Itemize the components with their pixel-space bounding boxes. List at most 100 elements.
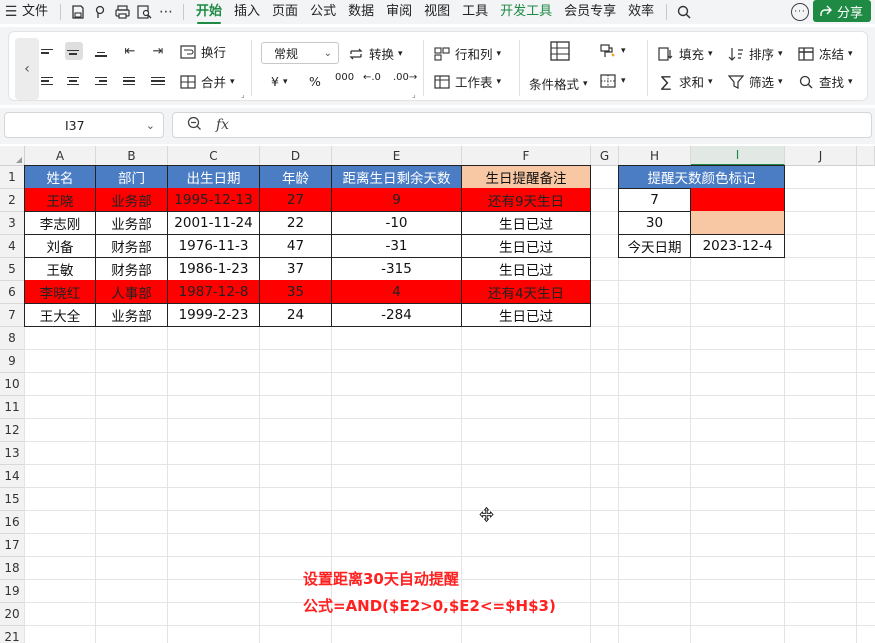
increase-decimal-button[interactable]: ←.0 [363,72,381,83]
row-header-5[interactable]: 5 [0,258,25,281]
tab-insert[interactable]: 插入 [228,0,266,24]
row-header-1[interactable]: 1 [0,166,25,189]
borders-button[interactable]: ▾ [599,72,626,90]
table-cell[interactable]: 22 [259,211,332,235]
table-cell[interactable]: 王敏 [24,257,96,281]
table-cell[interactable]: 1976-11-3 [167,234,260,258]
export-pdf-icon[interactable] [89,0,111,24]
table-cell[interactable]: 1999-2-23 [167,303,260,327]
name-box[interactable]: I37 ⌄ [4,112,164,138]
ribbon-scroll-left-button[interactable]: ‹ [15,38,39,100]
message-icon[interactable]: ··· [791,3,809,21]
column-header-g[interactable]: G [591,146,619,166]
table-cell[interactable]: 生日已过 [461,211,591,235]
zoom-icon[interactable] [187,116,202,135]
row-header-3[interactable]: 3 [0,212,25,235]
side-table-label[interactable]: 30 [618,211,691,235]
table-cell[interactable]: 1986-1-23 [167,257,260,281]
search-icon[interactable] [673,0,695,24]
table-header-cell[interactable]: 部门 [95,165,168,189]
percent-button[interactable]: % [309,74,321,89]
align-bottom-button[interactable] [93,42,111,60]
select-all-button[interactable] [0,146,25,166]
increase-indent-button[interactable]: ⇥ [149,42,167,60]
table-cell[interactable]: -31 [331,234,462,258]
side-table-title[interactable]: 提醒天数颜色标记 [618,165,785,189]
table-header-cell[interactable]: 姓名 [24,165,96,189]
table-cell[interactable]: 47 [259,234,332,258]
color-swatch-7-days[interactable] [690,188,785,212]
tab-formula[interactable]: 公式 [304,0,342,24]
fill-button[interactable]: 填充 ▾ [657,44,713,63]
formula-input[interactable]: fx [172,112,872,138]
table-cell[interactable]: 9 [331,188,462,212]
row-header-17[interactable]: 17 [0,534,25,557]
tab-member[interactable]: 会员专享 [558,0,622,24]
table-cell[interactable]: 业务部 [95,211,168,235]
rows-columns-button[interactable]: 行和列 ▾ [433,44,501,63]
row-header-2[interactable]: 2 [0,189,25,212]
tab-review[interactable]: 审阅 [380,0,418,24]
table-cell[interactable]: 生日已过 [461,234,591,258]
worksheet-button[interactable]: 工作表 ▾ [433,72,501,91]
column-header-a[interactable]: A [25,146,96,166]
table-cell[interactable]: -284 [331,303,462,327]
row-header-8[interactable]: 8 [0,327,25,350]
print-icon[interactable] [111,0,133,24]
table-cell[interactable]: 生日已过 [461,257,591,281]
table-cell[interactable]: -315 [331,257,462,281]
column-header-f[interactable]: F [462,146,591,166]
row-header-7[interactable]: 7 [0,304,25,327]
side-table-label[interactable]: 7 [618,188,691,212]
freeze-button[interactable]: 冻结 ▾ [797,44,853,63]
convert-button[interactable]: 转换 ▾ [347,44,403,63]
number-format-select[interactable]: 常规 ⌄ [261,42,339,64]
fill-color-button[interactable]: ▾ [599,42,626,60]
share-button[interactable]: 分享 [812,0,871,22]
row-header-12[interactable]: 12 [0,419,25,442]
table-cell[interactable]: 财务部 [95,257,168,281]
conditional-format-button[interactable]: 条件格式 ▾ [529,74,588,93]
tab-page[interactable]: 页面 [266,0,304,24]
table-header-cell[interactable]: 年龄 [259,165,332,189]
table-cell[interactable]: 王晓 [24,188,96,212]
table-cell[interactable]: 1995-12-13 [167,188,260,212]
align-top-button[interactable] [39,42,57,60]
table-cell[interactable]: 李晓红 [24,280,96,304]
hamburger-menu-icon[interactable]: ☰ [0,0,22,24]
column-header-j[interactable]: J [785,146,857,166]
conditional-format-icon-button[interactable] [549,40,571,62]
table-cell[interactable]: 还有9天生日 [461,188,591,212]
row-header-16[interactable]: 16 [0,511,25,534]
column-header-d[interactable]: D [260,146,332,166]
row-header-18[interactable]: 18 [0,557,25,580]
tab-home[interactable]: 开始 [190,0,228,24]
table-cell[interactable]: 35 [259,280,332,304]
currency-button[interactable]: ¥ ▾ [271,74,287,89]
tab-tools[interactable]: 工具 [456,0,494,24]
side-table-label[interactable]: 今天日期 [618,234,691,258]
row-header-20[interactable]: 20 [0,603,25,626]
tab-efficiency[interactable]: 效率 [622,0,660,24]
row-header-19[interactable]: 19 [0,580,25,603]
row-header-13[interactable]: 13 [0,442,25,465]
save-icon[interactable] [67,0,89,24]
wrap-text-button[interactable]: 换行 [179,42,226,61]
align-center-button[interactable] [65,72,83,90]
print-preview-icon[interactable] [133,0,155,24]
table-cell[interactable]: 4 [331,280,462,304]
tab-developer[interactable]: 开发工具 [494,0,558,24]
table-cell[interactable]: 财务部 [95,234,168,258]
justify-button[interactable] [121,72,139,90]
column-header-i[interactable]: I [691,146,785,166]
color-swatch-30-days[interactable] [690,211,785,235]
sort-button[interactable]: 排序 ▾ [727,44,783,63]
table-cell[interactable]: 人事部 [95,280,168,304]
side-table-value[interactable]: 2023-12-4 [690,234,785,258]
table-cell[interactable]: 24 [259,303,332,327]
table-cell[interactable]: 业务部 [95,188,168,212]
row-header-14[interactable]: 14 [0,465,25,488]
merge-cells-button[interactable]: 合并 ▾ [179,72,235,91]
row-header-11[interactable]: 11 [0,396,25,419]
table-header-cell[interactable]: 距离生日剩余天数 [331,165,462,189]
